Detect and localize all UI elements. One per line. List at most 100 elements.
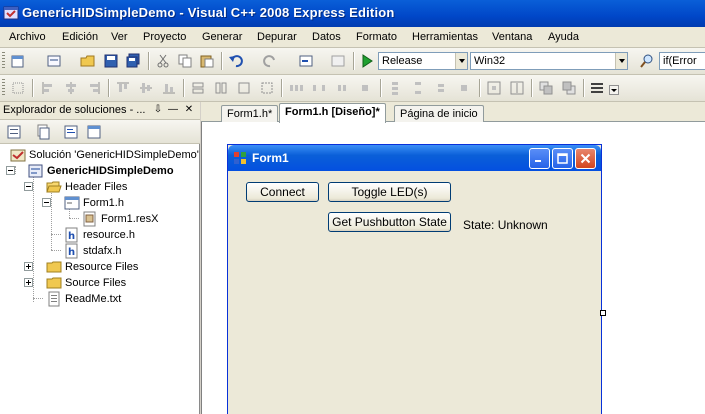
- tree-line: [51, 190, 52, 250]
- menu-herramientas[interactable]: Herramientas: [412, 31, 478, 43]
- align-lefts-icon[interactable]: [40, 80, 56, 96]
- expand-icon[interactable]: [24, 278, 33, 287]
- align-rights-icon[interactable]: [86, 80, 102, 96]
- menu-ver[interactable]: Ver: [111, 31, 128, 43]
- chevron-down-icon[interactable]: [455, 53, 467, 69]
- open-folder-icon[interactable]: [80, 53, 96, 69]
- minimize-button[interactable]: [529, 148, 550, 169]
- tree-line: [15, 166, 16, 174]
- tree-line: [51, 234, 61, 235]
- solution-icon: [10, 149, 26, 162]
- new-project-icon[interactable]: [46, 53, 62, 69]
- navigate-backward-icon[interactable]: [298, 53, 314, 69]
- center-vertically-icon[interactable]: [509, 80, 525, 96]
- maximize-button[interactable]: [552, 148, 573, 169]
- decrease-horizontal-spacing-icon[interactable]: [334, 80, 350, 96]
- align-centers-icon[interactable]: [63, 80, 79, 96]
- form-designer-surface[interactable]: Form1 Connect Toggle LED(s) Get Pushbutt…: [201, 122, 705, 414]
- window-position-icon[interactable]: ⇩: [152, 104, 164, 116]
- start-debugging-icon[interactable]: [359, 53, 375, 69]
- find-value: if(Error: [663, 55, 697, 67]
- toggle-led-button[interactable]: Toggle LED(s): [328, 182, 451, 202]
- tab-order-icon[interactable]: [589, 80, 605, 96]
- align-tops-icon[interactable]: [115, 80, 131, 96]
- menu-proyecto[interactable]: Proyecto: [143, 31, 186, 43]
- expand-icon[interactable]: [24, 262, 33, 271]
- tree-node-label: resource.h: [83, 229, 135, 241]
- solution-tree: Solución 'GenericHIDSimpleDemo' (1 Gener…: [0, 144, 200, 414]
- auto-hide-pin-icon[interactable]: —: [167, 104, 179, 116]
- menu-depurar[interactable]: Depurar: [257, 31, 297, 43]
- form1-title-bar[interactable]: Form1: [228, 145, 601, 171]
- vertical-spacing-equal-icon[interactable]: [387, 80, 403, 96]
- remove-vertical-spacing-icon[interactable]: [456, 80, 472, 96]
- increase-vertical-spacing-icon[interactable]: [410, 80, 426, 96]
- view-code-icon[interactable]: [63, 124, 79, 140]
- toolbar-separator: [32, 79, 33, 97]
- tab-form1-h[interactable]: Form1.h*: [221, 105, 279, 122]
- make-same-size-icon[interactable]: [236, 80, 252, 96]
- paste-icon[interactable]: [199, 53, 215, 69]
- form-file-icon: [64, 196, 80, 210]
- make-same-width-icon[interactable]: [190, 80, 206, 96]
- menu-ayuda[interactable]: Ayuda: [548, 31, 579, 43]
- undo-icon[interactable]: [228, 53, 244, 69]
- save-icon[interactable]: [103, 53, 119, 69]
- minimize-icon: [535, 160, 541, 162]
- align-to-grid-icon[interactable]: [10, 80, 26, 96]
- view-designer-icon[interactable]: [86, 124, 102, 140]
- collapse-icon[interactable]: [6, 166, 15, 175]
- cut-icon[interactable]: [155, 53, 171, 69]
- solution-platform-dropdown[interactable]: Win32: [470, 52, 628, 70]
- remove-horizontal-spacing-icon[interactable]: [357, 80, 373, 96]
- find-icon[interactable]: [639, 53, 655, 69]
- folder-icon: [46, 277, 62, 289]
- properties-icon[interactable]: [6, 124, 22, 140]
- solution-configuration-dropdown[interactable]: Release: [378, 52, 468, 70]
- add-item-icon[interactable]: [10, 53, 26, 69]
- menu-ventana[interactable]: Ventana: [492, 31, 532, 43]
- menu-datos[interactable]: Datos: [312, 31, 341, 43]
- header-file-icon: h: [65, 243, 78, 259]
- send-to-back-icon[interactable]: [561, 80, 577, 96]
- collapse-icon[interactable]: [24, 182, 33, 191]
- menu-formato[interactable]: Formato: [356, 31, 397, 43]
- form1-window[interactable]: Form1 Connect Toggle LED(s) Get Pushbutt…: [227, 144, 602, 414]
- solution-explorer-header[interactable]: Explorador de soluciones - ... ⇩ — ✕: [0, 102, 200, 120]
- find-input[interactable]: if(Error: [659, 52, 705, 70]
- copy-icon[interactable]: [177, 53, 193, 69]
- save-all-icon[interactable]: [125, 53, 141, 69]
- close-button[interactable]: [575, 148, 596, 169]
- center-horizontally-icon[interactable]: [486, 80, 502, 96]
- form-resize-handle[interactable]: [600, 310, 606, 316]
- align-middles-icon[interactable]: [138, 80, 154, 96]
- close-icon[interactable]: ✕: [183, 104, 195, 116]
- increase-horizontal-spacing-icon[interactable]: [311, 80, 327, 96]
- size-to-grid-icon[interactable]: [259, 80, 275, 96]
- window-title-bar[interactable]: GenericHIDSimpleDemo - Visual C++ 2008 E…: [0, 0, 705, 27]
- bring-to-front-icon[interactable]: [538, 80, 554, 96]
- menu-edicion[interactable]: Edición: [62, 31, 98, 43]
- toolbar-options-icon[interactable]: [609, 85, 619, 95]
- horizontal-spacing-equal-icon[interactable]: [288, 80, 304, 96]
- decrease-vertical-spacing-icon[interactable]: [433, 80, 449, 96]
- tree-line: [69, 218, 79, 219]
- show-all-files-icon[interactable]: [35, 124, 51, 140]
- collapse-icon[interactable]: [42, 198, 51, 207]
- align-bottoms-icon[interactable]: [161, 80, 177, 96]
- svg-text:h: h: [68, 231, 75, 242]
- tab-start-page[interactable]: Página de inicio: [394, 105, 484, 122]
- get-pushbutton-state-button[interactable]: Get Pushbutton State: [328, 212, 451, 232]
- close-icon: [580, 153, 591, 164]
- navigate-forward-icon[interactable]: [330, 53, 346, 69]
- platform-value: Win32: [474, 55, 506, 67]
- redo-icon[interactable]: [262, 53, 278, 69]
- make-same-height-icon[interactable]: [213, 80, 229, 96]
- tab-form1-designer[interactable]: Form1.h [Diseño]*: [279, 103, 386, 123]
- menu-archivo[interactable]: Archivo: [9, 31, 46, 43]
- toolbar-grip[interactable]: [2, 79, 5, 97]
- chevron-down-icon[interactable]: [615, 53, 627, 69]
- menu-generar[interactable]: Generar: [202, 31, 242, 43]
- toolbar-grip[interactable]: [2, 52, 5, 70]
- connect-button[interactable]: Connect: [246, 182, 319, 202]
